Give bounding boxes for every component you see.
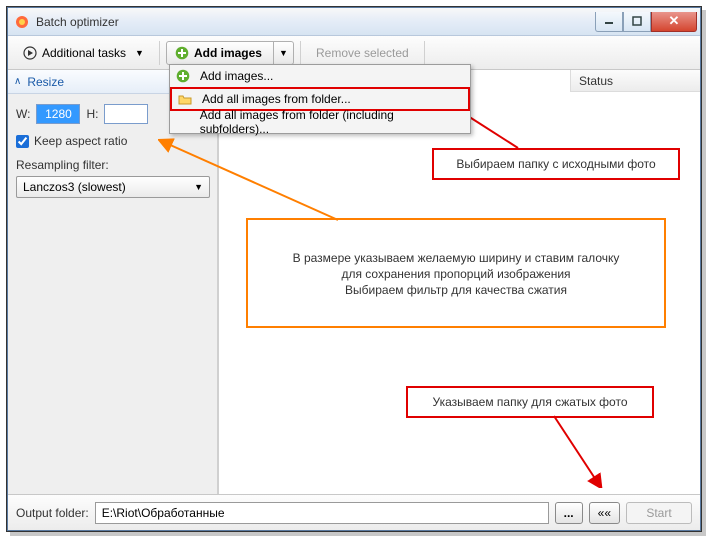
menu-item-label: Add all images from folder... [202,92,351,106]
app-window: Batch optimizer ✕ Additional tasks ▼ Add… [7,7,701,531]
add-images-split[interactable]: ▼ [273,42,289,64]
resize-panel-title: Resize [27,75,64,89]
additional-tasks-label: Additional tasks [42,46,126,60]
status-column-header[interactable]: Status [570,70,700,92]
caret-down-icon: ▼ [135,48,144,58]
annotation-callout-1: Выбираем папку с исходными фото [432,148,680,180]
keep-aspect-label: Keep aspect ratio [34,134,127,148]
annotation-callout-2: В размере указываем желаемую ширину и ст… [246,218,666,328]
undo-button[interactable]: «« [589,502,620,524]
plus-circle-icon [175,46,189,60]
height-input[interactable] [104,104,148,124]
divider [300,41,301,65]
window-title: Batch optimizer [36,15,595,29]
add-images-label: Add images [194,46,262,60]
app-icon [14,14,30,30]
blank-icon [174,113,192,131]
height-label: H: [86,107,98,121]
maximize-button[interactable] [623,12,651,32]
resampling-value: Lanczos3 (slowest) [23,180,126,194]
menu-item-label: Add all images from folder (including su… [200,108,462,136]
width-input[interactable] [36,104,80,124]
remove-selected-label: Remove selected [316,46,409,60]
browse-button[interactable]: ... [555,502,583,524]
add-images-button[interactable]: Add images ▼ [166,41,294,65]
folder-icon [176,90,194,108]
close-button[interactable]: ✕ [651,12,697,32]
resampling-select[interactable]: Lanczos3 (slowest) ▼ [16,176,210,198]
divider [159,41,160,65]
keep-aspect-checkbox[interactable] [16,135,29,148]
width-label: W: [16,107,30,121]
annotation-callout-3: Указываем папку для сжатых фото [406,386,654,418]
menu-item-add-images[interactable]: Add images... [170,65,470,87]
output-folder-input[interactable] [95,502,549,524]
additional-tasks-button[interactable]: Additional tasks ▼ [14,41,153,65]
menu-item-label: Add images... [200,69,273,83]
plus-circle-icon [174,67,192,85]
minimize-button[interactable] [595,12,623,32]
add-images-menu: Add images... Add all images from folder… [169,64,471,134]
start-button[interactable]: Start [626,502,692,524]
output-folder-label: Output folder: [16,506,89,520]
divider [424,41,425,65]
menu-item-add-from-folder-recursive[interactable]: Add all images from folder (including su… [170,111,470,133]
caret-down-icon: ▼ [279,48,288,58]
resampling-label: Resampling filter: [16,158,209,172]
titlebar: Batch optimizer ✕ [8,8,700,36]
bottom-bar: Output folder: ... «« Start [8,494,700,530]
play-icon [23,46,37,60]
chevron-up-icon: ∧ [14,76,21,87]
remove-selected-button[interactable]: Remove selected [307,41,418,65]
caret-down-icon: ▼ [194,182,203,192]
